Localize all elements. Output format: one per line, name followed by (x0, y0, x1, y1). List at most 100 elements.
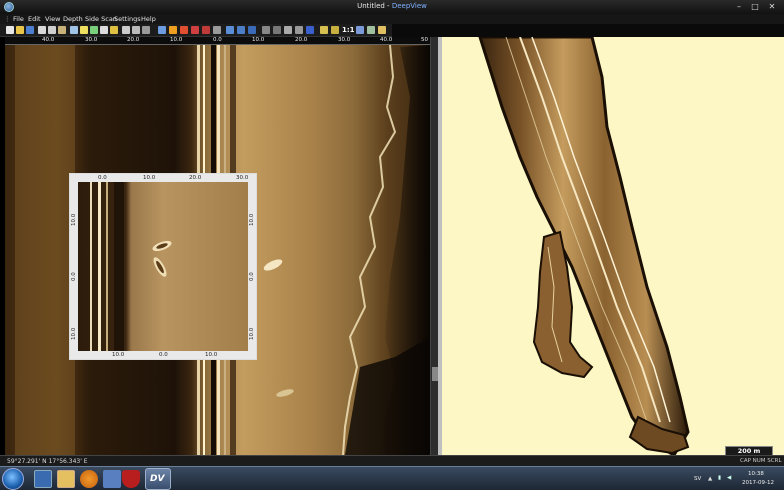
zoom-in-icon[interactable] (262, 26, 270, 34)
cut-icon[interactable] (38, 26, 46, 34)
language-indicator[interactable]: SV (694, 476, 701, 482)
ruler-label: 40.0 (42, 37, 55, 43)
inset-ruler-label: 0.0 (249, 272, 255, 281)
taskbar-deepview-button[interactable]: DV (145, 468, 171, 490)
inset-sonar-image (70, 174, 256, 359)
rectangle-icon[interactable] (320, 26, 328, 34)
ruler-label: 30.0 (338, 37, 351, 43)
inset-ruler-label: 10.0 (249, 213, 255, 226)
inset-ruler-label: 30.0 (236, 175, 249, 181)
clock-time[interactable]: 10:38 (748, 471, 764, 477)
layer-icon[interactable] (90, 26, 98, 34)
minimize-button[interactable]: – (732, 2, 746, 11)
waypoint-icon[interactable] (132, 26, 140, 34)
menu-grip-icon: ⋮ (4, 15, 11, 23)
copy-icon[interactable] (48, 26, 56, 34)
menu-file[interactable]: File (13, 15, 24, 23)
sun-icon[interactable] (169, 26, 177, 34)
file-explorer-icon[interactable] (57, 470, 75, 488)
deepview-icon: DV (150, 474, 165, 484)
inset-ruler-label: 10.0 (71, 213, 77, 226)
marker-icon[interactable] (110, 26, 118, 34)
ruler-label: 0.0 (213, 37, 222, 43)
undo-icon[interactable] (202, 26, 210, 34)
ruler-label: 40.0 (380, 37, 393, 43)
mosaic-map-pane[interactable] (442, 37, 784, 455)
inset-ruler-label: 10.0 (205, 352, 218, 358)
menu-depth[interactable]: Depth (63, 15, 83, 23)
ruler-label: 10.0 (170, 37, 183, 43)
track-icon[interactable] (122, 26, 130, 34)
doc-title: Untitled (357, 2, 385, 10)
camera-icon[interactable] (284, 26, 292, 34)
tray-chevron-icon[interactable]: ▲ (708, 476, 712, 482)
cursor-coordinates: 59°27.291' N 17°56.343' E (7, 458, 88, 465)
system-tray: SV ▲ ▮ ◀ 10:38 2017-09-12 (690, 467, 784, 490)
zoom-ratio-button[interactable]: 1:1 (342, 26, 355, 34)
app-title: DeepView (391, 2, 427, 10)
grid-view-icon[interactable] (331, 26, 339, 34)
filter-icon[interactable] (306, 26, 314, 34)
settings-icon[interactable] (213, 26, 221, 34)
inset-ruler-top: 0.0 10.0 20.0 30.0 (70, 174, 256, 182)
menu-edit[interactable]: Edit (28, 15, 41, 23)
search-icon[interactable] (378, 26, 386, 34)
title-separator: - (384, 2, 392, 10)
ruler-label: 30.0 (85, 37, 98, 43)
internet-explorer-icon[interactable] (34, 470, 52, 488)
menu-settings[interactable]: Settings (114, 15, 141, 23)
close-button[interactable]: ✕ (765, 2, 779, 11)
clock-date[interactable]: 2017-09-12 (742, 480, 774, 486)
inset-ruler-label: 0.0 (98, 175, 107, 181)
menu-bar: ⋮ File Edit View Depth Side Scan Setting… (0, 14, 784, 24)
ruler-label: 20.0 (295, 37, 308, 43)
chart-icon[interactable] (367, 26, 375, 34)
media-player-icon[interactable] (80, 470, 98, 488)
measure-icon[interactable] (142, 26, 150, 34)
open-folder-icon[interactable] (16, 26, 24, 34)
volume-icon[interactable]: ◀ (727, 475, 731, 481)
ruler-label: 50 (421, 37, 428, 43)
mcafee-icon[interactable] (122, 470, 140, 488)
start-button[interactable] (2, 468, 24, 490)
ruler-label: 20.0 (127, 37, 140, 43)
tools-icon[interactable] (103, 470, 121, 488)
inset-ruler-label: 20.0 (189, 175, 202, 181)
paste-icon[interactable] (58, 26, 66, 34)
inset-ruler-label: 10.0 (71, 327, 77, 340)
menu-side-scan[interactable]: Side Scan (85, 15, 117, 23)
menu-help[interactable]: Help (141, 15, 156, 23)
taskbar: DV SV ▲ ▮ ◀ 10:38 2017-09-12 (0, 466, 784, 490)
save-icon[interactable] (26, 26, 34, 34)
river-mosaic (478, 37, 690, 455)
inset-ruler-label: 0.0 (159, 352, 168, 358)
inset-ruler-bottom: 10.0 0.0 10.0 (70, 351, 256, 359)
toolbar-spacer (392, 24, 784, 37)
grid-icon[interactable] (100, 26, 108, 34)
menu-view[interactable]: View (45, 15, 60, 23)
inset-ruler-left: 10.0 0.0 10.0 (70, 182, 78, 352)
toolbar: 1:1 (0, 24, 392, 37)
inset-ruler-label: 0.0 (71, 272, 77, 281)
new-file-icon[interactable] (6, 26, 14, 34)
print-icon[interactable] (70, 26, 78, 34)
sonar-scrollbar[interactable] (430, 37, 438, 455)
maximize-button[interactable]: □ (748, 2, 762, 11)
title-bar: Untitled - DeepView – □ ✕ (0, 0, 784, 14)
pan-icon[interactable] (248, 26, 256, 34)
keyboard-indicators: CAP NUM SCRL (740, 458, 782, 464)
zoom-inset[interactable]: 0.0 10.0 20.0 30.0 10.0 0.0 10.0 10.0 0.… (69, 173, 257, 360)
pen-icon[interactable] (158, 26, 166, 34)
record-icon[interactable] (180, 26, 188, 34)
refresh-icon[interactable] (226, 26, 234, 34)
inset-ruler-right: 10.0 0.0 10.0 (248, 182, 256, 352)
stop-icon[interactable] (191, 26, 199, 34)
zoom-out-icon[interactable] (273, 26, 281, 34)
wrench-icon[interactable] (295, 26, 303, 34)
inset-ruler-label: 10.0 (112, 352, 125, 358)
sync-icon[interactable] (237, 26, 245, 34)
ruler-label: 10.0 (252, 37, 265, 43)
network-icon[interactable]: ▮ (718, 475, 721, 481)
draw-icon[interactable] (356, 26, 364, 34)
highlight-icon[interactable] (80, 26, 88, 34)
